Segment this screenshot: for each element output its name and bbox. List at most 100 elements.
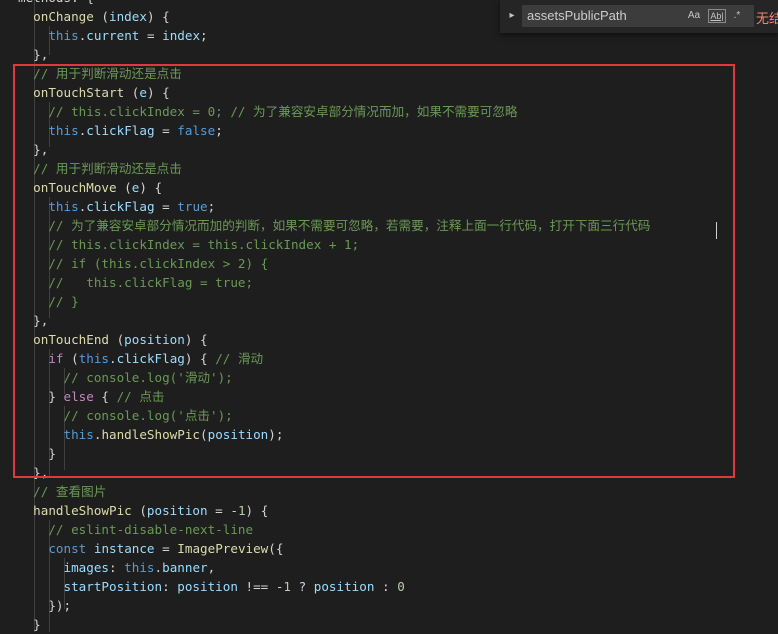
code-editor[interactable]: methods: { onChange (index) { this.curre… <box>0 0 778 632</box>
code-line[interactable]: }); <box>18 596 71 615</box>
code-token: e <box>139 85 147 100</box>
code-line[interactable]: // 用于判断滑动还是点击 <box>18 159 182 178</box>
code-token: this <box>48 28 79 43</box>
chevron-right-icon[interactable]: ▸ <box>504 8 520 24</box>
find-widget[interactable]: ▸ assetsPublicPath Aa Ab| .* 无结 <box>500 0 778 33</box>
code-token: }, <box>18 313 49 328</box>
code-line[interactable]: // 查看图片 <box>18 482 106 501</box>
code-line[interactable]: this.clickFlag = false; <box>18 121 222 140</box>
code-token: clickFlag <box>86 199 155 214</box>
code-token: current <box>86 28 140 43</box>
code-line[interactable]: methods: { <box>18 0 94 7</box>
code-token: handleShowPic <box>101 427 201 442</box>
code-token: , <box>207 560 216 575</box>
code-token: = <box>154 123 178 138</box>
code-token: ( <box>200 427 208 442</box>
code-line[interactable]: }, <box>18 45 48 64</box>
code-token: index <box>162 28 201 43</box>
code-line[interactable]: this.handleShowPic(position); <box>18 425 284 444</box>
code-token: const <box>48 541 87 556</box>
code-token: this <box>48 123 79 138</box>
code-line[interactable]: } else { // 点击 <box>18 387 164 406</box>
code-line[interactable]: this.clickFlag = true; <box>18 197 215 216</box>
code-line[interactable]: // console.log('滑动'); <box>18 368 233 387</box>
code-token: // this.clickIndex = 0; // 为了兼容安卓部分情况而加，… <box>48 104 518 119</box>
code-token: clickFlag <box>86 123 155 138</box>
regex-toggle[interactable]: .* <box>730 9 744 23</box>
match-case-toggle[interactable]: Aa <box>686 9 702 23</box>
code-token: // 用于判断滑动还是点击 <box>33 66 182 81</box>
code-line[interactable]: // } <box>18 292 79 311</box>
code-token: ; <box>200 28 208 43</box>
code-line[interactable]: this.current = index; <box>18 26 208 45</box>
code-token: // this.clickFlag = true; <box>48 275 254 290</box>
code-line[interactable]: // if (this.clickIndex > 2) { <box>18 254 268 273</box>
code-line[interactable]: // console.log('点击'); <box>18 406 233 425</box>
code-token: ( <box>124 85 140 100</box>
code-token: index <box>109 9 147 24</box>
code-token: // 为了兼容安卓部分情况而加的判断，如果不需要可忽略，若需要，注释上面一行代码… <box>48 218 651 233</box>
code-token: ) { <box>245 503 269 518</box>
code-line[interactable]: }, <box>18 311 48 330</box>
code-token: this <box>48 199 79 214</box>
code-line[interactable]: // eslint-disable-next-line <box>18 520 253 539</box>
code-token: : <box>162 579 178 594</box>
code-token: // } <box>48 294 79 309</box>
code-token: images <box>63 560 110 575</box>
code-token: banner <box>162 560 208 575</box>
code-token: ) { <box>184 351 216 366</box>
code-line[interactable]: if (this.clickFlag) { // 滑动 <box>18 349 263 368</box>
code-line[interactable]: // 为了兼容安卓部分情况而加的判断，如果不需要可忽略，若需要，注释上面一行代码… <box>18 216 650 235</box>
code-line[interactable]: } <box>18 615 41 634</box>
code-token: ; <box>207 199 216 214</box>
code-token: . <box>109 351 117 366</box>
code-line[interactable]: startPosition: position !== -1 ? positio… <box>18 577 405 596</box>
code-line[interactable]: onTouchMove (e) { <box>18 178 162 197</box>
code-line[interactable]: // this.clickIndex = this.clickIndex + 1… <box>18 235 359 254</box>
code-line[interactable]: handleShowPic (position = -1) { <box>18 501 268 520</box>
code-token: } <box>18 617 41 632</box>
code-line[interactable]: const instance = ImagePreview({ <box>18 539 283 558</box>
code-line[interactable]: onChange (index) { <box>18 7 170 26</box>
code-token: true <box>177 199 208 214</box>
code-token: ) { <box>139 180 163 195</box>
code-token: // console.log('滑动'); <box>63 370 233 385</box>
code-token: this <box>63 427 94 442</box>
code-token: this <box>78 351 110 366</box>
code-token: ? <box>291 579 314 594</box>
code-line[interactable]: // 用于判断滑动还是点击 <box>18 64 182 83</box>
code-token: // 滑动 <box>215 351 264 366</box>
code-line[interactable]: } <box>18 444 56 463</box>
code-line[interactable]: images: this.banner, <box>18 558 216 577</box>
code-line[interactable]: }, <box>18 140 48 159</box>
code-token: // if (this.clickIndex > 2) { <box>48 256 269 271</box>
code-line[interactable]: // this.clickFlag = true; <box>18 273 253 292</box>
code-token: }, <box>18 465 49 480</box>
code-token: = <box>154 541 178 556</box>
whole-word-toggle[interactable]: Ab| <box>708 9 726 23</box>
code-token: position <box>177 579 238 594</box>
code-token: = - <box>207 503 238 518</box>
code-line[interactable]: // this.clickIndex = 0; // 为了兼容安卓部分情况而加，… <box>18 102 518 121</box>
code-line[interactable]: onTouchEnd (position) { <box>18 330 207 349</box>
code-line[interactable]: }, <box>18 463 48 482</box>
code-line[interactable]: onTouchStart (e) { <box>18 83 170 102</box>
code-token: = <box>154 199 178 214</box>
code-token: ( <box>109 332 125 347</box>
